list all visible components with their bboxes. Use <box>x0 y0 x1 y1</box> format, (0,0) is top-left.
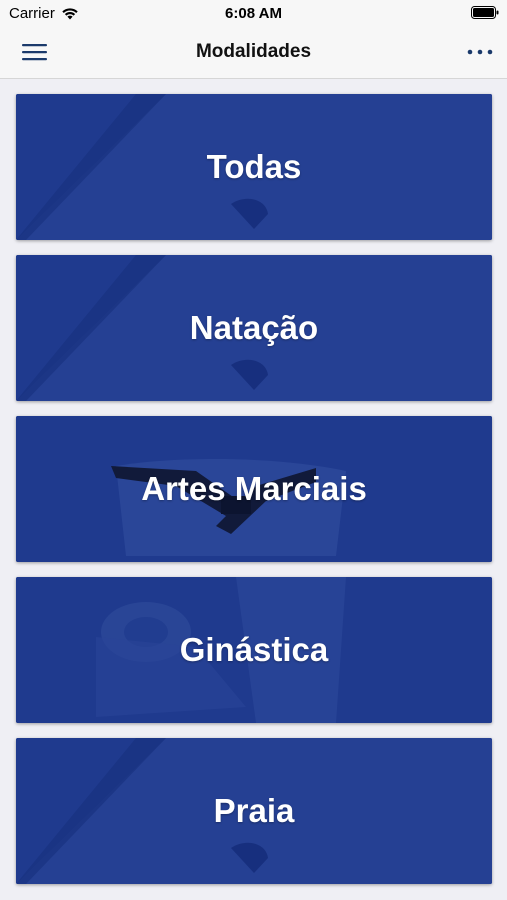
category-card-artes-marciais[interactable]: Artes Marciais <box>16 416 492 562</box>
category-card-natacao[interactable]: Natação <box>16 255 492 401</box>
category-label: Todas <box>206 148 302 185</box>
status-bar: Carrier 6:08 AM <box>0 0 507 26</box>
category-label: Natação <box>189 309 319 346</box>
category-label: Praia <box>213 792 295 829</box>
category-list: Todas Natação Artes Marciais Ginástica P… <box>16 94 492 899</box>
navigation-bar: Modalidades <box>0 26 507 79</box>
status-time: 6:08 AM <box>225 5 282 22</box>
battery-icon <box>471 6 499 19</box>
category-card-ginastica[interactable]: Ginástica <box>16 577 492 723</box>
category-label: Artes Marciais <box>141 470 367 507</box>
category-card-todas[interactable]: Todas <box>16 94 492 240</box>
category-card-praia[interactable]: Praia <box>16 738 492 884</box>
page-title: Modalidades <box>195 41 312 62</box>
more-options-button[interactable] <box>465 40 495 64</box>
category-label: Ginástica <box>179 631 329 668</box>
more-dots-icon <box>467 49 493 55</box>
